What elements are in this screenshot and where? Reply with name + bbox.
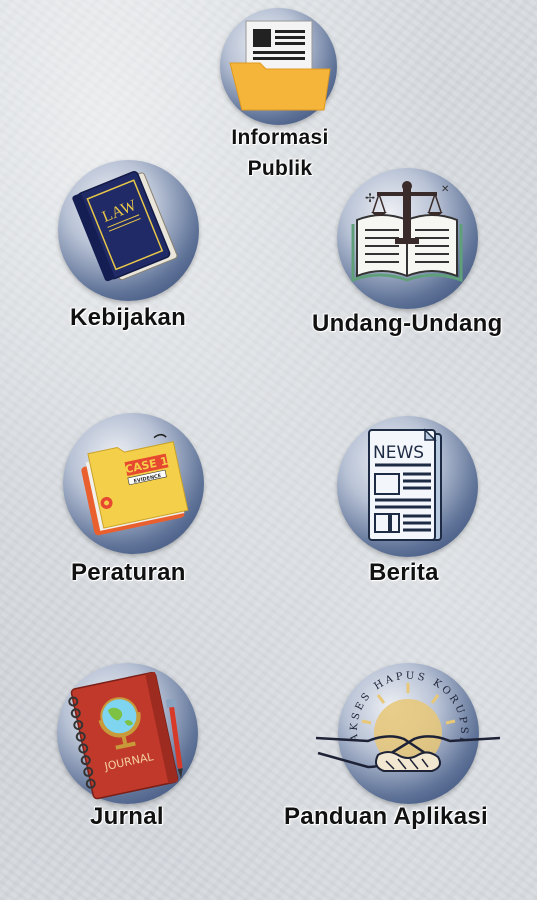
menu-item-label: Berita [369, 559, 439, 586]
newspaper-icon: NEWS [368, 428, 442, 541]
menu-item-panduan-aplikasi[interactable]: AKSES HAPUS KORUPSI Panduan Aplikasi [283, 663, 523, 843]
menu-item-undang-undang[interactable]: ✢ ✕ Undang-Undang [312, 168, 527, 348]
menu-item-label: Kebijakan [70, 304, 187, 331]
menu-item-icon-circle: ✢ ✕ [337, 168, 478, 309]
folder-document-icon [229, 20, 331, 111]
journal-globe-icon: JOURNAL [68, 671, 183, 800]
handshake-logo-icon: AKSES HAPUS KORUPSI [315, 671, 501, 772]
svg-text:✢: ✢ [365, 191, 375, 205]
menu-item-icon-circle: CASE 1 EVIDENCE [63, 413, 204, 554]
menu-item-informasi-publik[interactable]: Informasi Publik [215, 8, 345, 183]
case-file-folder-icon: CASE 1 EVIDENCE [81, 433, 189, 536]
menu-item-jurnal[interactable]: JOURNAL Jurnal [57, 663, 207, 843]
scales-of-justice-book-icon: ✢ ✕ [351, 181, 463, 283]
menu-item-label: Undang-Undang [312, 310, 503, 337]
menu-item-label: Jurnal [90, 803, 164, 830]
menu-item-berita[interactable]: NEWS Berita [337, 416, 487, 596]
menu-item-label: Panduan Aplikasi [284, 803, 488, 830]
menu-item-kebijakan[interactable]: LAW Kebijakan [58, 160, 208, 340]
menu-item-icon-circle: LAW [58, 160, 199, 301]
menu-item-peraturan[interactable]: CASE 1 EVIDENCE Peraturan [63, 413, 213, 593]
menu-item-icon-circle [220, 8, 337, 125]
menu-item-label: Peraturan [71, 559, 186, 586]
svg-text:✕: ✕ [441, 184, 449, 195]
newspaper-masthead: NEWS [373, 443, 424, 463]
menu-item-icon-circle: JOURNAL [57, 663, 198, 804]
menu-item-icon-circle: NEWS [337, 416, 478, 557]
law-book-icon: LAW [72, 171, 178, 282]
menu-item-icon-circle: AKSES HAPUS KORUPSI [315, 663, 501, 804]
